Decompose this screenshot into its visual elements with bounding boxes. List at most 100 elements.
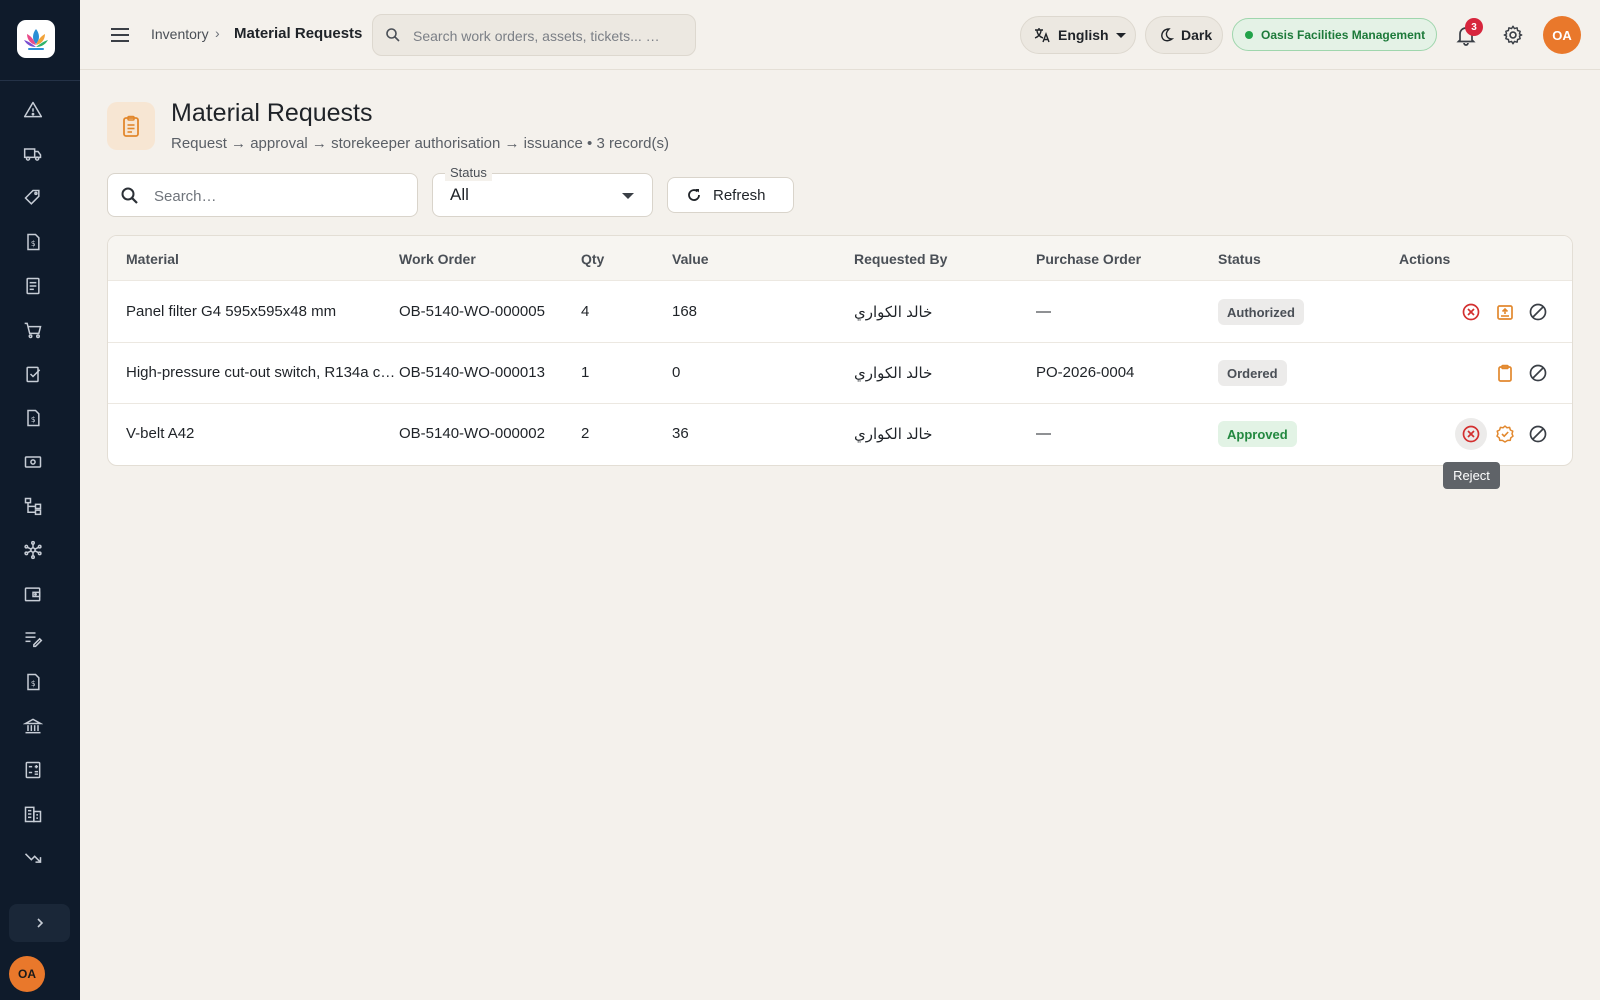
table-search-input[interactable] bbox=[154, 185, 404, 207]
cell-value: 0 bbox=[672, 364, 681, 381]
sidebar-item-receipts[interactable]: $ bbox=[22, 407, 44, 429]
table-row[interactable]: High-pressure cut-out switch, R134a ch… … bbox=[108, 343, 1572, 404]
table-row[interactable]: Panel filter G4 595x595x48 mm OB-5140-WO… bbox=[108, 282, 1572, 343]
language-selector[interactable]: English bbox=[1020, 16, 1136, 54]
sidebar-item-network[interactable] bbox=[22, 539, 44, 561]
sidebar: $ $ $ OA bbox=[0, 0, 80, 1000]
table-header: Material Work Order Qty Value Requested … bbox=[108, 236, 1572, 281]
sidebar-item-warning[interactable] bbox=[22, 99, 44, 121]
user-avatar[interactable]: OA bbox=[1543, 16, 1581, 54]
breadcrumb-separator: › bbox=[215, 25, 220, 41]
page-subtitle: Request → approval → storekeeper authori… bbox=[171, 135, 669, 152]
sidebar-item-banking[interactable] bbox=[22, 715, 44, 737]
status-badge: Approved bbox=[1218, 421, 1297, 447]
receipt-icon: $ bbox=[27, 409, 40, 427]
authorize-button[interactable] bbox=[1493, 422, 1517, 446]
cell-work-order[interactable]: OB-5140-WO-000013 bbox=[399, 364, 545, 381]
column-header-actions: Actions bbox=[1399, 251, 1451, 267]
reject-button[interactable] bbox=[1455, 418, 1487, 450]
cell-purchase-order[interactable]: PO-2026-0004 bbox=[1036, 364, 1134, 381]
table-search[interactable] bbox=[107, 173, 418, 217]
sidebar-item-wallet[interactable] bbox=[22, 583, 44, 605]
clipboard-icon bbox=[1498, 364, 1512, 382]
truck-icon bbox=[23, 148, 42, 161]
sidebar-item-tags[interactable] bbox=[22, 187, 44, 209]
cancel-button[interactable] bbox=[1526, 422, 1550, 446]
cell-qty: 2 bbox=[581, 425, 590, 442]
cancel-icon bbox=[1529, 303, 1547, 321]
notifications-badge: 3 bbox=[1465, 18, 1483, 36]
cell-requested-by: خالد الكواري bbox=[854, 365, 933, 382]
warning-icon bbox=[23, 101, 43, 118]
sidebar-item-approvals[interactable] bbox=[22, 363, 44, 385]
clipboard-icon bbox=[123, 115, 139, 137]
theme-toggle[interactable]: Dark bbox=[1145, 16, 1223, 54]
translate-icon bbox=[1034, 28, 1050, 43]
column-header-work-order[interactable]: Work Order bbox=[399, 251, 476, 267]
sidebar-item-calculator[interactable] bbox=[22, 759, 44, 781]
issue-button[interactable] bbox=[1493, 300, 1517, 324]
moon-icon bbox=[1161, 28, 1174, 42]
sidebar-item-reports[interactable] bbox=[22, 847, 44, 869]
tags-icon bbox=[24, 189, 40, 205]
cell-requested-by: خالد الكواري bbox=[854, 426, 933, 443]
app-logo[interactable] bbox=[17, 20, 55, 58]
cell-work-order[interactable]: OB-5140-WO-000005 bbox=[399, 303, 545, 320]
svg-text:$: $ bbox=[31, 415, 36, 424]
status-filter-label: Status bbox=[445, 165, 492, 181]
cell-purchase-order: — bbox=[1036, 425, 1051, 442]
refresh-icon bbox=[688, 189, 700, 201]
sidebar-item-cash[interactable] bbox=[22, 451, 44, 473]
sidebar-item-hierarchy[interactable] bbox=[22, 495, 44, 517]
status-filter[interactable]: Status All bbox=[432, 165, 653, 217]
receive-button[interactable] bbox=[1493, 361, 1517, 385]
gear-icon[interactable] bbox=[1502, 24, 1524, 46]
column-header-value[interactable]: Value bbox=[672, 251, 709, 267]
status-dot bbox=[1245, 30, 1253, 39]
global-search[interactable] bbox=[372, 14, 696, 56]
organization-badge[interactable]: Oasis Facilities Management bbox=[1232, 18, 1437, 51]
cart-icon bbox=[24, 322, 42, 339]
column-header-material[interactable]: Material bbox=[126, 251, 179, 267]
sidebar-item-ledger[interactable] bbox=[22, 275, 44, 297]
refresh-label: Refresh bbox=[713, 186, 766, 204]
reject-tooltip: Reject bbox=[1443, 462, 1500, 489]
reject-button[interactable] bbox=[1459, 300, 1483, 324]
refresh-button[interactable]: Refresh bbox=[667, 177, 794, 213]
sidebar-user-avatar[interactable]: OA bbox=[9, 956, 45, 992]
sidebar-item-purchasing[interactable] bbox=[22, 319, 44, 341]
sidebar-divider bbox=[0, 80, 80, 81]
building-icon bbox=[24, 806, 42, 823]
status-badge: Ordered bbox=[1218, 360, 1287, 386]
page-title: Material Requests bbox=[171, 99, 373, 127]
sidebar-item-properties[interactable] bbox=[22, 803, 44, 825]
column-header-qty[interactable]: Qty bbox=[581, 251, 604, 267]
approval-icon bbox=[26, 366, 41, 383]
cell-material: Panel filter G4 595x595x48 mm bbox=[126, 303, 337, 320]
sidebar-item-billing[interactable]: $ bbox=[22, 671, 44, 693]
cell-work-order[interactable]: OB-5140-WO-000002 bbox=[399, 425, 545, 442]
table-row[interactable]: V-belt A42 OB-5140-WO-000002 2 36 خالد ا… bbox=[108, 404, 1572, 465]
status-filter-value: All bbox=[450, 185, 469, 204]
sidebar-item-invoices[interactable]: $ bbox=[22, 231, 44, 253]
sidebar-item-worklog[interactable] bbox=[22, 627, 44, 649]
ledger-icon bbox=[26, 277, 40, 295]
cell-purchase-order: — bbox=[1036, 303, 1051, 320]
theme-label: Dark bbox=[1181, 27, 1213, 43]
svg-text:$: $ bbox=[31, 239, 36, 248]
cancel-button[interactable] bbox=[1526, 300, 1550, 324]
column-header-status[interactable]: Status bbox=[1218, 251, 1261, 267]
sidebar-expand-button[interactable] bbox=[9, 904, 70, 942]
menu-icon[interactable] bbox=[110, 24, 130, 46]
sidebar-item-shipping[interactable] bbox=[22, 143, 44, 165]
cancel-button[interactable] bbox=[1526, 361, 1550, 385]
network-icon bbox=[24, 540, 42, 560]
column-header-purchase-order[interactable]: Purchase Order bbox=[1036, 251, 1141, 267]
hierarchy-icon bbox=[24, 497, 42, 516]
cell-material: High-pressure cut-out switch, R134a ch… bbox=[126, 364, 396, 381]
cell-qty: 4 bbox=[581, 303, 590, 320]
column-header-requested-by[interactable]: Requested By bbox=[854, 251, 947, 267]
global-search-input[interactable] bbox=[413, 25, 683, 47]
breadcrumb-parent[interactable]: Inventory bbox=[151, 26, 209, 42]
cell-qty: 1 bbox=[581, 364, 590, 381]
